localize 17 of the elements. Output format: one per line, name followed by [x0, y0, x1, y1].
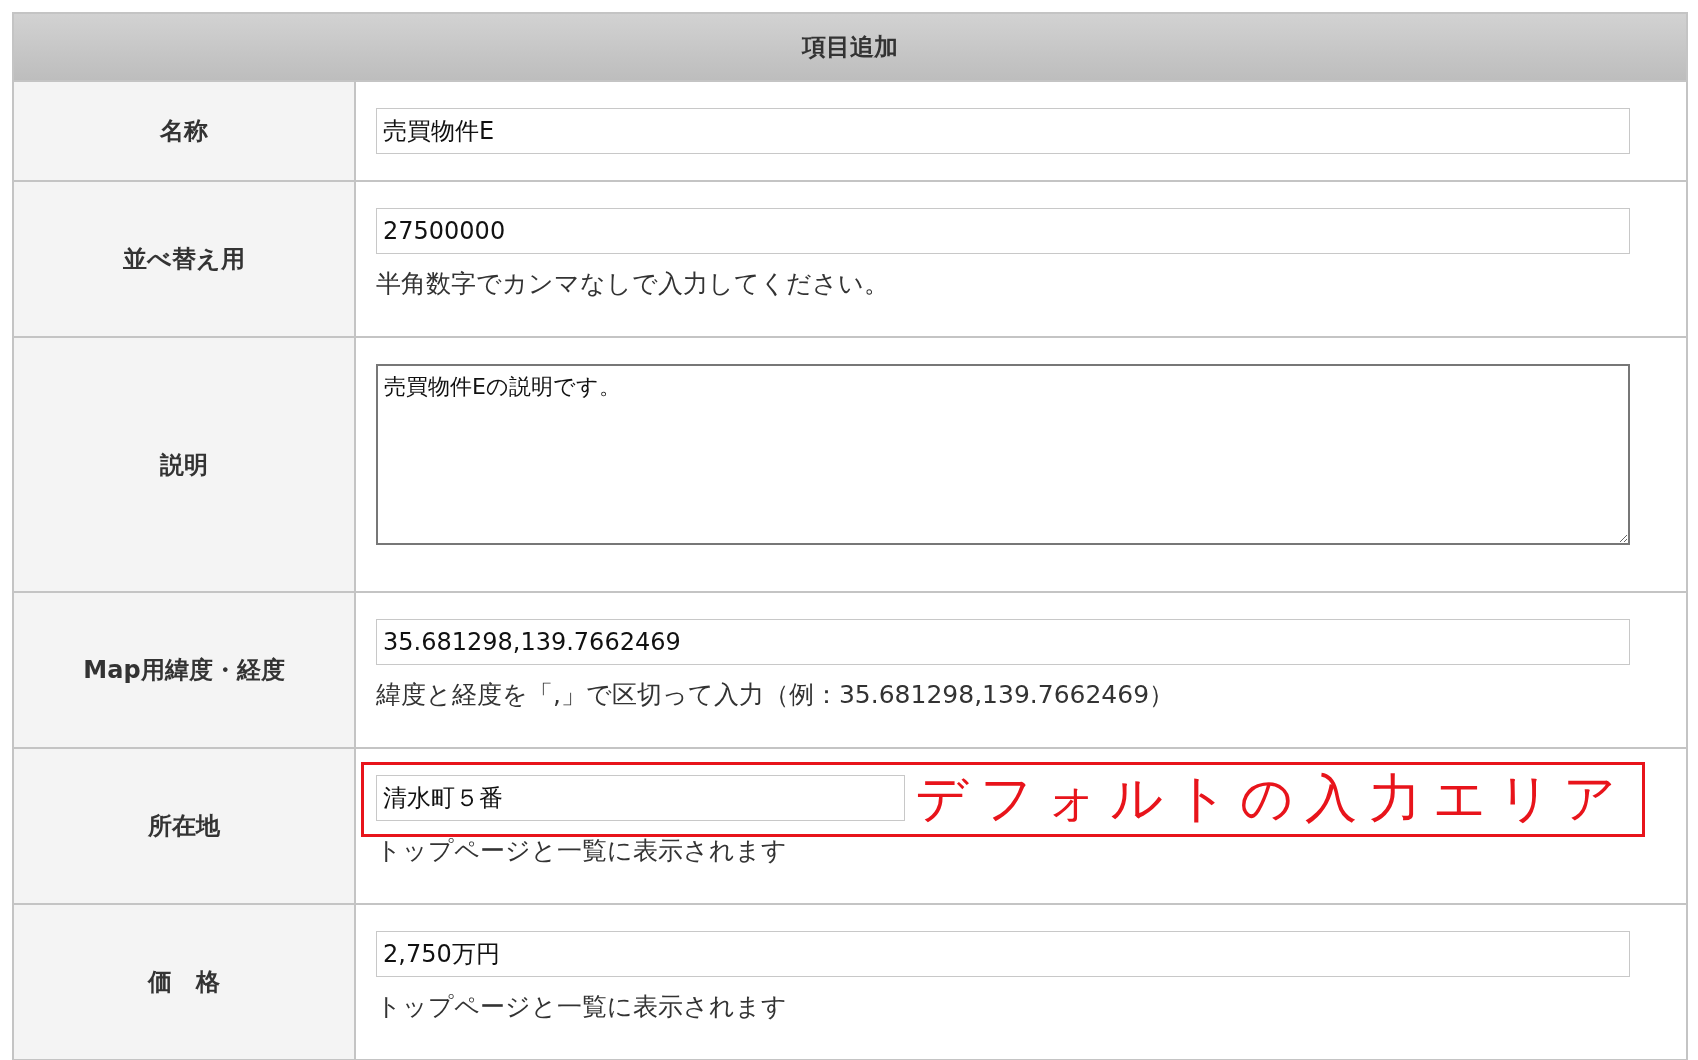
field-label: 並べ替え用 [14, 180, 356, 336]
field-hint: 半角数字でカンマなしで入力してください。 [376, 268, 890, 300]
input-field[interactable]: 2,750万円 [376, 931, 1630, 977]
input-field[interactable]: 清水町５番 [376, 775, 905, 821]
input-field[interactable]: 27500000 [376, 208, 1630, 254]
input-field[interactable]: 売買物件E [376, 108, 1630, 154]
field-hint: トップページと一覧に表示されます [376, 991, 788, 1023]
input-field[interactable]: 35.681298,139.7662469 [376, 619, 1630, 665]
field-label: 説明 [14, 336, 356, 591]
field-label: 所在地 [14, 747, 356, 903]
text-area[interactable]: 売買物件Eの説明です。 [376, 364, 1630, 545]
field-hint: 緯度と経度を「,」で区切って入力（例：35.681298,139.7662469） [376, 679, 1176, 711]
field-hint: トップページと一覧に表示されます [376, 835, 788, 867]
table-header: 項目追加 [14, 14, 1686, 80]
field-label: 名称 [14, 80, 356, 180]
field-label: 価 格 [14, 903, 356, 1059]
field-label: Map用緯度・経度 [14, 591, 356, 747]
